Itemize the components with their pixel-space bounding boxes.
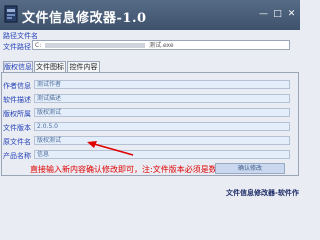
author-label: 作者信息 [3, 82, 31, 90]
copyright-label: 版权所属 [3, 110, 31, 118]
author-input[interactable]: 测试作者 [34, 80, 290, 89]
description-input[interactable]: 测试描述 [34, 94, 290, 103]
tab-file-icon[interactable]: 文件图标 [34, 61, 66, 72]
path-redaction [45, 43, 146, 48]
file-path-label: 文件路径 [3, 43, 31, 51]
file-version-input[interactable]: 2.0.5.0 [34, 122, 290, 131]
original-filename-label: 原文件名 [3, 138, 31, 146]
description-label: 软件描述 [3, 96, 31, 104]
file-path-input[interactable]: C: 测试.exe [32, 40, 290, 50]
original-filename-input[interactable]: 版权测试 [34, 136, 290, 145]
close-button[interactable]: ✕ [287, 10, 296, 19]
confirm-modify-button[interactable]: 确认修改 [215, 163, 285, 174]
file-path-prefix: C: [35, 42, 42, 49]
title-bar: 文件信息修改器-1.0 — □ ✕ [0, 0, 300, 30]
file-version-label: 文件版本 [3, 124, 31, 132]
minimize-button[interactable]: — [259, 10, 268, 19]
annotation-arrow-icon [87, 141, 134, 156]
maximize-button[interactable]: □ [273, 10, 282, 19]
app-icon [4, 5, 18, 23]
window-title: 文件信息修改器-1.0 [22, 11, 147, 26]
copyright-input[interactable]: 版权测试 [34, 108, 290, 117]
file-path-suffix: 测试.exe [149, 42, 174, 49]
product-name-input[interactable]: 信息 [34, 150, 290, 159]
product-name-label: 产品名称 [3, 152, 31, 160]
hint-text: 直接输入新内容确认修改即可，注:文件版本必须是数值 [30, 165, 225, 174]
footer-text: 文件信息修改器-软件作 [226, 189, 299, 197]
tab-control-content[interactable]: 控件内容 [67, 61, 100, 72]
